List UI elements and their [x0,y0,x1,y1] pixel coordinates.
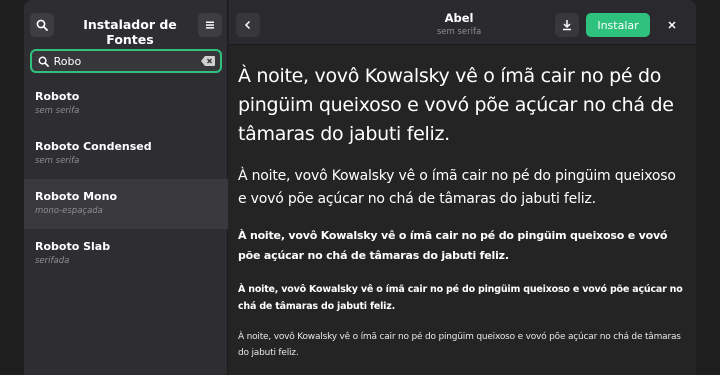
search-icon [35,56,52,67]
font-style: sem serifa [35,156,80,166]
back-icon [244,20,251,30]
install-button[interactable]: Instalar [586,13,650,37]
window-title: Abel [444,11,474,25]
font-name: Roboto Condensed [35,140,152,153]
font-style: serifada [35,256,70,266]
close-button[interactable] [660,13,684,37]
font-preview: À noite, vovô Kowalsky vê o ímã cair no … [229,46,696,375]
list-item[interactable]: Roboto Mono mono-espaçada [24,179,228,229]
clear-icon[interactable] [199,56,217,66]
download-icon [563,20,571,31]
sidebar-header: Instalador de Fontes [24,0,227,47]
preview-text-medium: À noite, vovô Kowalsky vê o ímã cair no … [238,229,668,262]
font-name: Roboto [35,90,80,103]
header-bar: Abel sem serifa Instalar [229,0,696,45]
search-input[interactable] [51,51,199,71]
preview-text-xlarge: À noite, vovô Kowalsky vê o ímã cair no … [238,65,674,145]
font-name: Roboto Slab [35,240,111,253]
download-button[interactable] [555,13,579,37]
sidebar-title: Instalador de Fontes [83,17,177,47]
menu-icon [206,21,214,29]
app-window: Instalador de Fontes Robo Roboto sem ser… [24,0,696,375]
main-pane: Abel sem serifa Instalar À noite, vovô K… [229,0,696,375]
font-style: sem serifa [35,106,80,116]
font-style: mono-espaçada [35,206,103,216]
close-icon [668,21,676,29]
sidebar: Instalador de Fontes Robo Roboto sem ser… [24,0,228,375]
main-menu-button[interactable] [198,13,222,37]
window-subtitle: sem serifa [436,27,482,37]
search-icon [36,19,48,31]
list-item[interactable]: Roboto Slab serifada [24,229,228,279]
font-list: Roboto sem serifa Roboto Condensed sem s… [24,79,228,279]
preview-text-large: À noite, vovô Kowalsky vê o ímã cair no … [238,168,676,207]
list-item[interactable]: Roboto sem serifa [24,79,228,129]
search-toggle-button[interactable] [30,13,54,37]
search-box [30,49,222,73]
preview-text-small: À noite, vovô Kowalsky vê o ímã cair no … [238,284,683,312]
title-block: Abel sem serifa [379,11,539,38]
preview-text-xsmall: À noite, vovô Kowalsky vê o ímã cair no … [238,332,681,358]
list-item[interactable]: Roboto Condensed sem serifa [24,129,228,179]
back-button[interactable] [236,13,260,37]
font-name: Roboto Mono [35,190,117,203]
